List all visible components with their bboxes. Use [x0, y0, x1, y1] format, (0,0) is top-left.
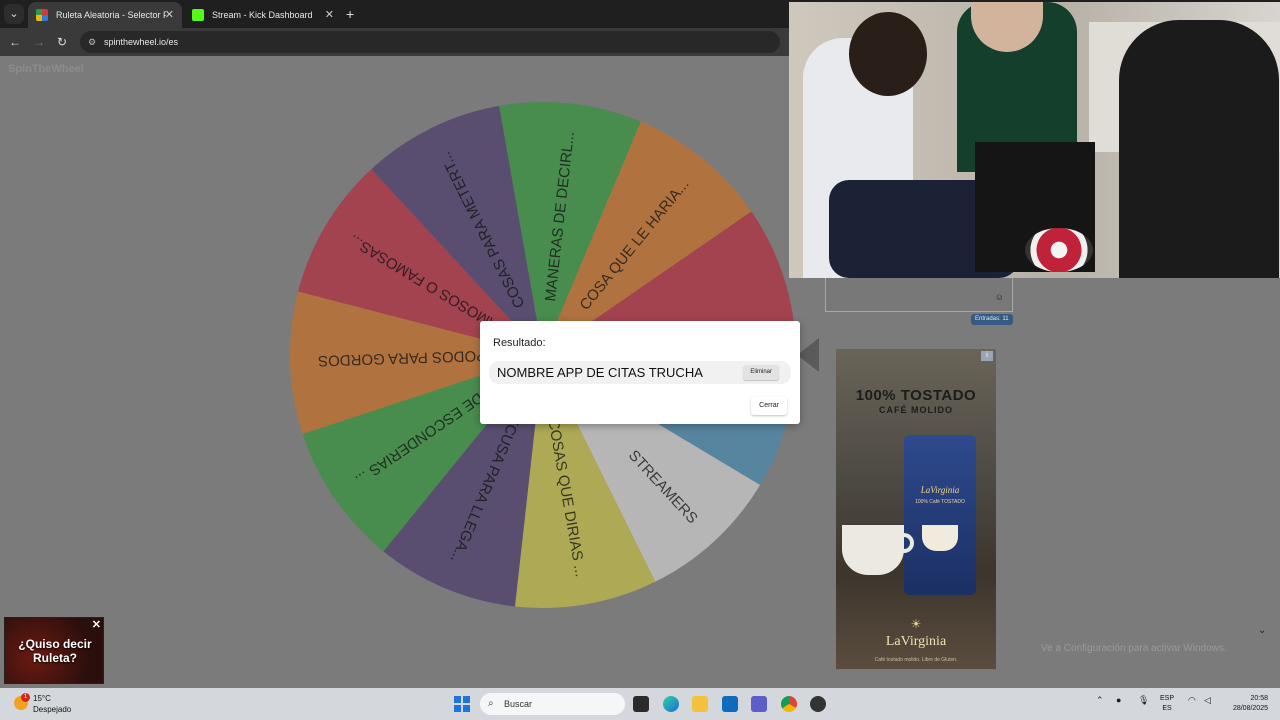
- ad-tagline: Café tostado molido. Libre de Gluten.: [874, 657, 958, 663]
- close-button[interactable]: Cerrar: [751, 397, 787, 415]
- tab-title: Stream - Kick Dashboard: [212, 10, 313, 20]
- tab-search-button[interactable]: ⌄: [4, 4, 24, 24]
- emoji-icon[interactable]: ☺: [995, 292, 1004, 302]
- result-value: NOMBRE APP DE CITAS TRUCHA: [497, 365, 703, 380]
- site-logo[interactable]: SpinTheWheel: [8, 63, 84, 75]
- search-placeholder: Buscar: [504, 699, 533, 709]
- tab-ruleta[interactable]: Ruleta Aleatoria - Selector Personalizad…: [28, 2, 182, 28]
- date: 28/08/2025: [1232, 705, 1268, 712]
- tab-kick[interactable]: Stream - Kick Dashboard ✕: [184, 2, 342, 28]
- result-dialog: Resultado: NOMBRE APP DE CITAS TRUCHA El…: [480, 321, 800, 424]
- webcam-overlay: [789, 2, 1280, 278]
- time: 20:58: [1250, 695, 1268, 702]
- notification-badge: 1: [21, 693, 30, 702]
- task-view-icon[interactable]: [633, 696, 649, 712]
- ad-headline: 100% TOSTADO: [855, 387, 977, 404]
- clock[interactable]: 20:58 28/08/2025: [1226, 694, 1268, 714]
- obs-icon[interactable]: [810, 696, 826, 712]
- search-icon: ⌕: [488, 698, 494, 709]
- wifi-icon[interactable]: ◠: [1188, 695, 1196, 706]
- coffee-bag-image: LaVirginia 100% Café TOSTADO: [904, 435, 976, 595]
- ad-subheadline: CAFÉ MOLIDO: [879, 405, 953, 415]
- language-code: ESP: [1160, 695, 1175, 702]
- close-icon[interactable]: ✕: [92, 618, 101, 631]
- app-tray-icon[interactable]: ●: [1116, 695, 1121, 705]
- language-indicator[interactable]: ESP ES: [1160, 694, 1174, 714]
- bag-brand: LaVirginia: [920, 485, 960, 495]
- chevron-down-icon[interactable]: ⌄: [1258, 625, 1266, 636]
- url-text: spinthewheel.io/es: [104, 37, 179, 47]
- temperature: 15°C: [33, 694, 51, 703]
- windows-activation-watermark: Ve a Configuración para activar Windows.: [1041, 643, 1227, 654]
- roulette-popup[interactable]: ✕ ¿Quiso decir Ruleta?: [4, 617, 104, 684]
- back-arrow-icon[interactable]: ←: [9, 34, 21, 50]
- coffee-cup-image: [842, 525, 904, 575]
- new-tab-button[interactable]: +: [346, 4, 354, 24]
- taskbar: 1 15°C Despejado ⌕ Buscar ⌃ ● 🎙 ESP ES ◠…: [0, 688, 1280, 720]
- address-bar[interactable]: ⚙ spinthewheel.io/es: [80, 31, 780, 53]
- windows-start-icon[interactable]: [454, 696, 470, 712]
- speaker-icon[interactable]: ◁: [1204, 695, 1211, 706]
- result-row: NOMBRE APP DE CITAS TRUCHA Eliminar: [489, 361, 791, 384]
- chevron-up-icon[interactable]: ⌃: [1096, 695, 1104, 706]
- person-head: [849, 12, 927, 96]
- file-explorer-icon[interactable]: [692, 696, 708, 712]
- outlook-icon[interactable]: [722, 696, 738, 712]
- weather-status: Despejado: [33, 705, 72, 714]
- result-title: Resultado:: [493, 337, 546, 349]
- tab-title: Ruleta Aleatoria - Selector Personalizad…: [56, 10, 166, 20]
- person-black-hoodie: [1119, 20, 1279, 278]
- edge-icon[interactable]: [663, 696, 679, 712]
- mini-roulette: [1025, 228, 1093, 272]
- reload-icon[interactable]: ↻: [57, 34, 67, 50]
- close-icon[interactable]: ✕: [165, 2, 174, 28]
- entries-textarea[interactable]: ☺: [825, 278, 1013, 312]
- entries-count-badge: Entradas: 11: [971, 314, 1013, 325]
- screen: ⌄ Ruleta Aleatoria - Selector Personaliz…: [0, 0, 1280, 720]
- delete-button[interactable]: Eliminar: [743, 365, 779, 380]
- teams-icon[interactable]: [751, 696, 767, 712]
- bag-subtitle: 100% Café TOSTADO: [915, 499, 965, 505]
- advertisement[interactable]: i 100% TOSTADO CAFÉ MOLIDO LaVirginia 10…: [836, 349, 996, 669]
- kick-favicon-icon: [192, 9, 204, 21]
- popup-text: ¿Quiso decir Ruleta?: [18, 637, 92, 665]
- site-info-icon[interactable]: ⚙: [88, 31, 96, 53]
- wheel-pointer: [797, 338, 819, 372]
- chrome-icon[interactable]: [781, 696, 797, 712]
- ad-info-icon[interactable]: i: [981, 351, 993, 361]
- chevron-down-icon: ⌄: [9, 8, 19, 20]
- microphone-icon[interactable]: 🎙: [1138, 695, 1149, 706]
- taskbar-search[interactable]: ⌕ Buscar: [480, 693, 625, 715]
- sun-logo-icon: ☀: [910, 617, 922, 631]
- wheel-favicon-icon: [36, 9, 48, 21]
- bag-cup-image: [922, 525, 958, 551]
- close-icon[interactable]: ✕: [325, 2, 334, 28]
- ad-brand: LaVirginia: [885, 634, 947, 649]
- forward-arrow-icon[interactable]: →: [33, 34, 45, 50]
- weather-widget[interactable]: 1 15°C Despejado: [14, 693, 94, 715]
- keyboard-code: ES: [1162, 705, 1172, 712]
